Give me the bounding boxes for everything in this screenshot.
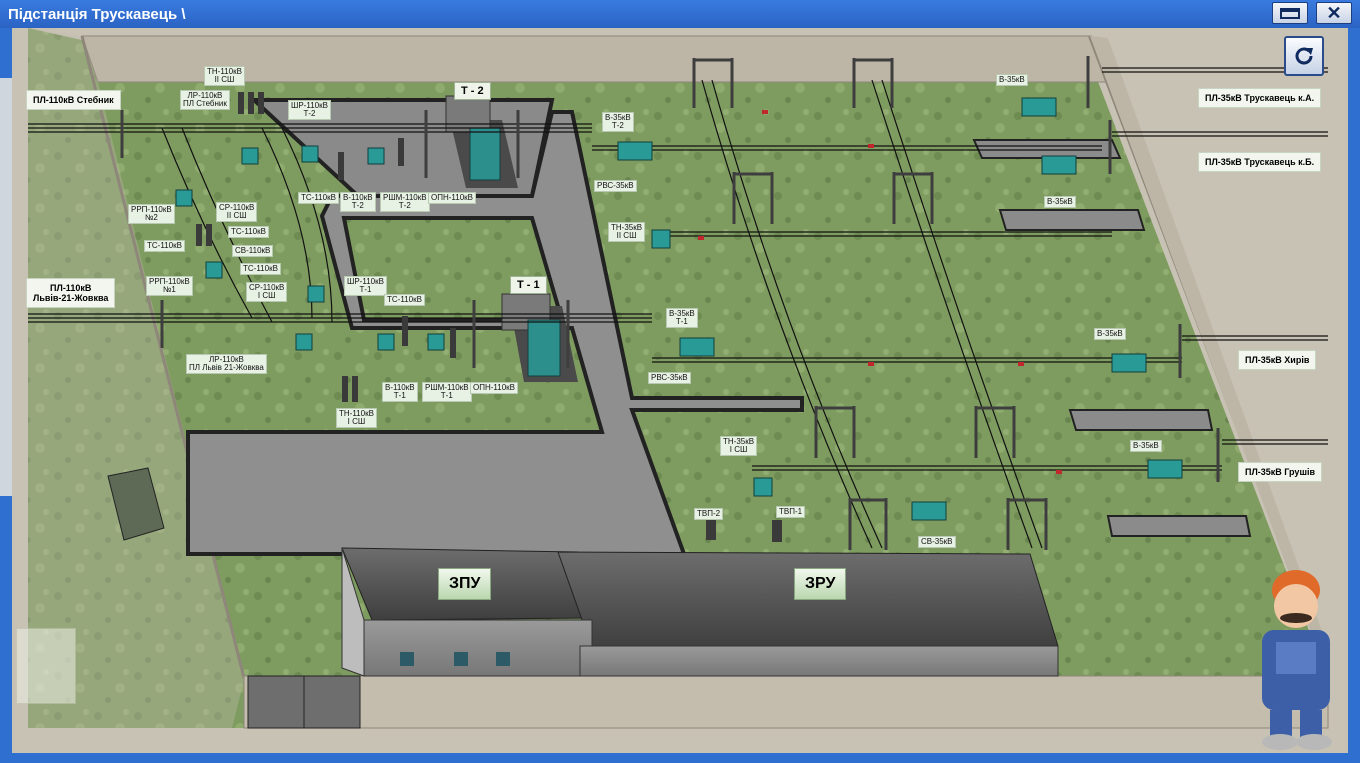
note-panel[interactable]: [16, 628, 76, 704]
mascot-engineer[interactable]: [1240, 560, 1350, 755]
label-v35-a[interactable]: В-35кВ: [996, 74, 1028, 86]
title-bar: Підстанція Трускавець \ ✕: [0, 0, 1360, 28]
label-v35-b[interactable]: В-35кВ: [1044, 196, 1076, 208]
label-sr110-1[interactable]: СР-110кВ I СШ: [246, 282, 288, 302]
label-ts110-e[interactable]: ТС-110кВ: [384, 294, 425, 306]
feeder-stebnyk[interactable]: ПЛ-110кВ Стебник: [26, 90, 121, 110]
feeder-truskavets-b[interactable]: ПЛ-35кВ Трускавець к.Б.: [1198, 152, 1322, 172]
label-v110-t2[interactable]: В-110кВ Т-2: [340, 192, 376, 212]
label-ts110-c[interactable]: ТС-110кВ: [144, 240, 185, 252]
feeder-khyriv[interactable]: ПЛ-35кВ Хирів: [1238, 350, 1317, 370]
building-zru-label[interactable]: ЗРУ: [794, 568, 847, 600]
label-sr110-2[interactable]: СР-110кВ II СШ: [216, 202, 258, 222]
label-ts110-a[interactable]: ТС-110кВ: [298, 192, 339, 204]
label-tn35-2[interactable]: ТН-35кВ II СШ: [608, 222, 646, 242]
label-tvp1[interactable]: ТВП-1: [776, 506, 806, 518]
label-v35-t2[interactable]: В-35кВ Т-2: [602, 112, 634, 132]
substation-scene: ЗПУ ЗРУ Т - 2 Т - 1 ПЛ-110кВ Стебник ПЛ-…: [12, 28, 1348, 753]
label-sv35[interactable]: СВ-35кВ: [918, 536, 956, 548]
label-rrp110-1[interactable]: РРП-110кВ №1: [146, 276, 193, 296]
maximize-button[interactable]: [1272, 2, 1308, 24]
label-tvp2[interactable]: ТВП-2: [694, 508, 724, 520]
label-tn110-1[interactable]: ТН-110кВ I СШ: [336, 408, 377, 428]
label-rshm110-t2[interactable]: РШМ-110кВ Т-2: [380, 192, 430, 212]
label-opn110-t1[interactable]: ОПН-110кВ: [470, 382, 519, 394]
refresh-button[interactable]: [1284, 36, 1324, 76]
label-lr110-lviv[interactable]: ЛР-110кВ ПЛ Львів 21-Жовква: [186, 354, 267, 374]
label-rrp110-2[interactable]: РРП-110кВ №2: [128, 204, 175, 224]
label-v35-t1[interactable]: В-35кВ Т-1: [666, 308, 698, 328]
refresh-icon: [1295, 47, 1313, 65]
building-zpu-label[interactable]: ЗПУ: [438, 568, 492, 600]
feeder-truskavets-a[interactable]: ПЛ-35кВ Трускавець к.А.: [1198, 88, 1322, 108]
label-lr110-stebnyk[interactable]: ЛР-110кВ ПЛ Стебник: [180, 90, 230, 110]
label-rvs35-a[interactable]: РВС-35кВ: [594, 180, 637, 192]
window-title: Підстанція Трускавець \: [8, 6, 186, 23]
close-icon: ✕: [1326, 2, 1342, 23]
label-v35-d[interactable]: В-35кВ: [1130, 440, 1162, 452]
substation-map: [12, 28, 1348, 753]
transformer-t2-label[interactable]: Т - 2: [454, 82, 491, 100]
label-shr110-t2[interactable]: ШР-110кВ Т-2: [288, 100, 331, 120]
feeder-grushiv[interactable]: ПЛ-35кВ Грушів: [1238, 462, 1322, 482]
label-tn110-2[interactable]: ТН-110кВ II СШ: [204, 66, 245, 86]
label-ts110-b[interactable]: ТС-110кВ: [228, 226, 269, 238]
label-opn110-t2[interactable]: ОПН-110кВ: [428, 192, 477, 204]
close-button[interactable]: ✕: [1316, 2, 1352, 24]
label-tn35-1[interactable]: ТН-35кВ I СШ: [720, 436, 758, 456]
label-shr110-t1[interactable]: ШР-110кВ Т-1: [344, 276, 387, 296]
transformer-t1-label[interactable]: Т - 1: [510, 276, 547, 294]
maximize-icon: [1280, 7, 1300, 19]
label-ts110-d[interactable]: ТС-110кВ: [240, 263, 281, 275]
feeder-lviv[interactable]: ПЛ-110кВ Львів-21-Жовква: [26, 278, 116, 308]
label-v35-c[interactable]: В-35кВ: [1094, 328, 1126, 340]
label-sv110[interactable]: СВ-110кВ: [232, 245, 274, 257]
label-rvs35-b[interactable]: РВС-35кВ: [648, 372, 691, 384]
label-v110-t1[interactable]: В-110кВ Т-1: [382, 382, 418, 402]
label-rshm110-t1[interactable]: РШМ-110кВ Т-1: [422, 382, 472, 402]
